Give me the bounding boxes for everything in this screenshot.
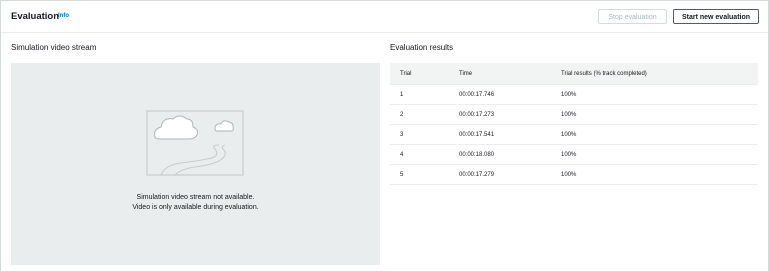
panel-header: Evaluation Info Stop evaluation Start ne… [1,1,768,33]
column-header-time: Time [459,63,561,85]
stop-evaluation-button[interactable]: Stop evaluation [598,9,667,24]
time-cell: 00:00:18.080 [459,144,561,165]
time-cell: 00:00:17.273 [459,104,561,125]
table-row: 5 00:00:17.279 100% [390,164,758,185]
result-cell: 100% [561,124,758,145]
video-unavailable-message: Simulation video stream not available. V… [11,193,380,212]
video-section-title: Simulation video stream [11,43,97,52]
trial-cell: 3 [390,124,459,145]
table-header-row: Trial Time Trial results (% track comple… [390,63,758,85]
results-section-title: Evaluation results [390,43,454,52]
info-link[interactable]: Info [58,13,69,19]
video-message-line-1: Simulation video stream not available. [136,194,255,201]
trial-cell: 1 [390,84,459,105]
panel-title: Evaluation [11,11,60,22]
table-row: 4 00:00:18.080 100% [390,144,758,165]
start-new-evaluation-button[interactable]: Start new evaluation [673,9,759,24]
trial-cell: 4 [390,144,459,165]
evaluation-panel: Evaluation Info Stop evaluation Start ne… [0,0,769,272]
column-header-trial: Trial [390,63,459,85]
time-cell: 00:00:17.746 [459,84,561,105]
time-cell: 00:00:17.541 [459,124,561,145]
table-row: 3 00:00:17.541 100% [390,124,758,145]
result-cell: 100% [561,144,758,165]
video-message-line-2: Video is only available during evaluatio… [132,203,259,211]
time-cell: 00:00:17.279 [459,164,561,185]
result-cell: 100% [561,84,758,105]
table-row: 2 00:00:17.273 100% [390,104,758,125]
trial-cell: 2 [390,104,459,125]
image-placeholder-icon [146,110,244,176]
table-row: 1 00:00:17.746 100% [390,84,758,105]
evaluation-results-table: Trial Time Trial results (% track comple… [390,63,758,185]
column-header-trial-results: Trial results (% track completed) [561,63,758,85]
trial-cell: 5 [390,164,459,185]
video-stream-placeholder: Simulation video stream not available. V… [11,63,380,265]
result-cell: 100% [561,104,758,125]
result-cell: 100% [561,164,758,185]
